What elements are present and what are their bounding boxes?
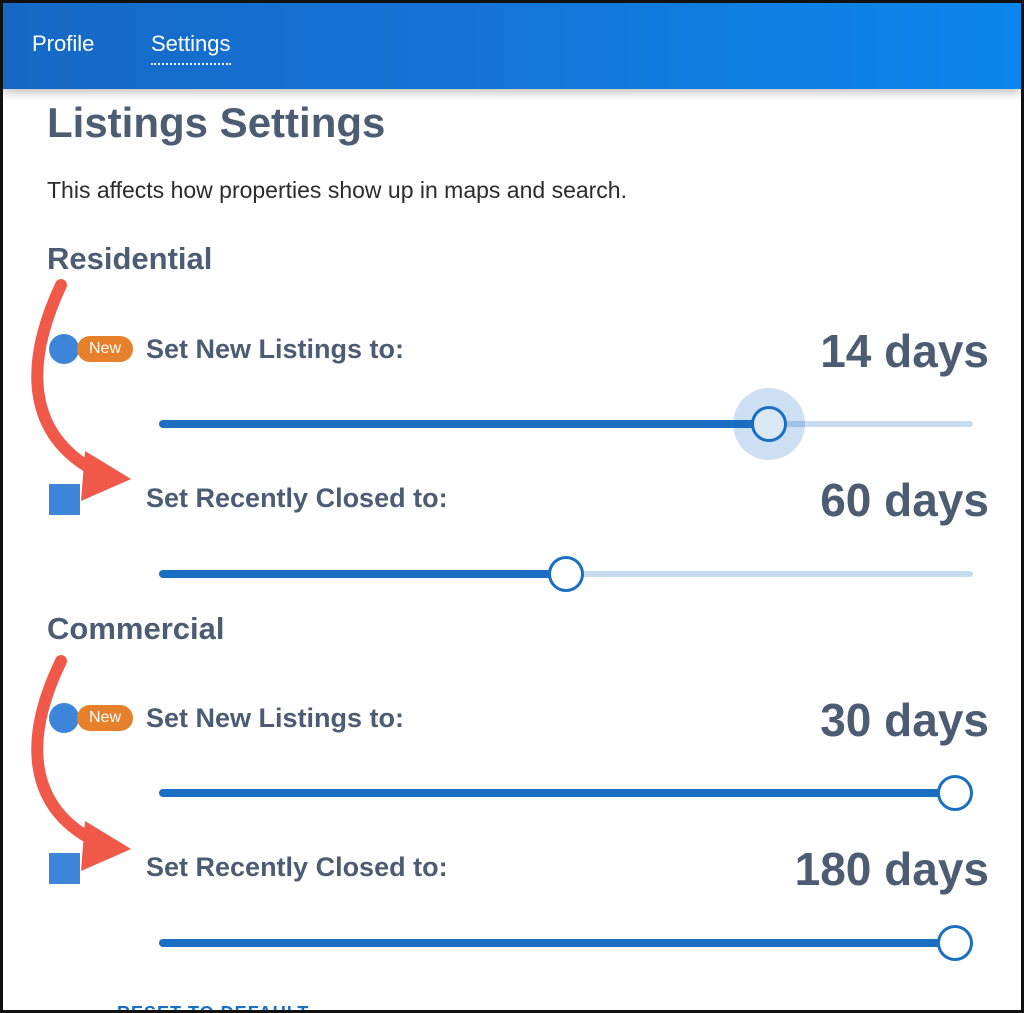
reset-label: RESET TO DEFAULT xyxy=(117,1003,310,1013)
slider-fill xyxy=(159,570,566,578)
setting-value: 60 days xyxy=(820,474,989,526)
setting-label: Set Recently Closed to: xyxy=(146,852,448,882)
new-badge: New xyxy=(77,705,133,731)
page-subtitle: This affects how properties show up in m… xyxy=(47,177,627,203)
slider-fill xyxy=(159,789,971,797)
setting-label: Set New Listings to: xyxy=(146,334,405,364)
new-listings-slider[interactable] xyxy=(159,773,973,813)
setting-label: Set Recently Closed to: xyxy=(146,483,448,513)
setting-value: 30 days xyxy=(820,694,989,746)
slider-thumb[interactable] xyxy=(937,775,973,811)
slider-thumb[interactable] xyxy=(548,556,584,592)
square-icon xyxy=(49,484,80,515)
setting-value: 14 days xyxy=(820,325,989,377)
setting-label: Set New Listings to: xyxy=(146,703,405,733)
section-heading-residential: Residential xyxy=(47,241,213,276)
recently-closed-slider[interactable] xyxy=(159,923,973,963)
slider-fill xyxy=(159,939,971,947)
recently-closed-slider[interactable] xyxy=(159,554,973,594)
reset-to-default-button[interactable]: RESET TO DEFAULT xyxy=(51,993,311,1013)
app-window: Profile Settings Listings Settings This … xyxy=(0,0,1024,1013)
section-heading-commercial: Commercial xyxy=(47,611,225,646)
settings-content: Listings Settings This affects how prope… xyxy=(3,89,1021,1010)
slider-thumb[interactable] xyxy=(750,406,787,442)
circle-icon xyxy=(49,334,79,364)
slider-fill xyxy=(159,420,769,428)
top-navigation-bar: Profile Settings xyxy=(3,3,1021,89)
new-listings-slider[interactable] xyxy=(159,388,973,460)
circle-icon xyxy=(49,703,79,733)
new-badge: New xyxy=(77,336,133,362)
setting-value: 180 days xyxy=(794,843,989,895)
slider-thumb[interactable] xyxy=(937,925,973,961)
square-icon xyxy=(49,853,80,884)
tab-profile[interactable]: Profile xyxy=(32,31,94,57)
tab-settings[interactable]: Settings xyxy=(151,31,231,65)
page-title: Listings Settings xyxy=(47,99,386,146)
